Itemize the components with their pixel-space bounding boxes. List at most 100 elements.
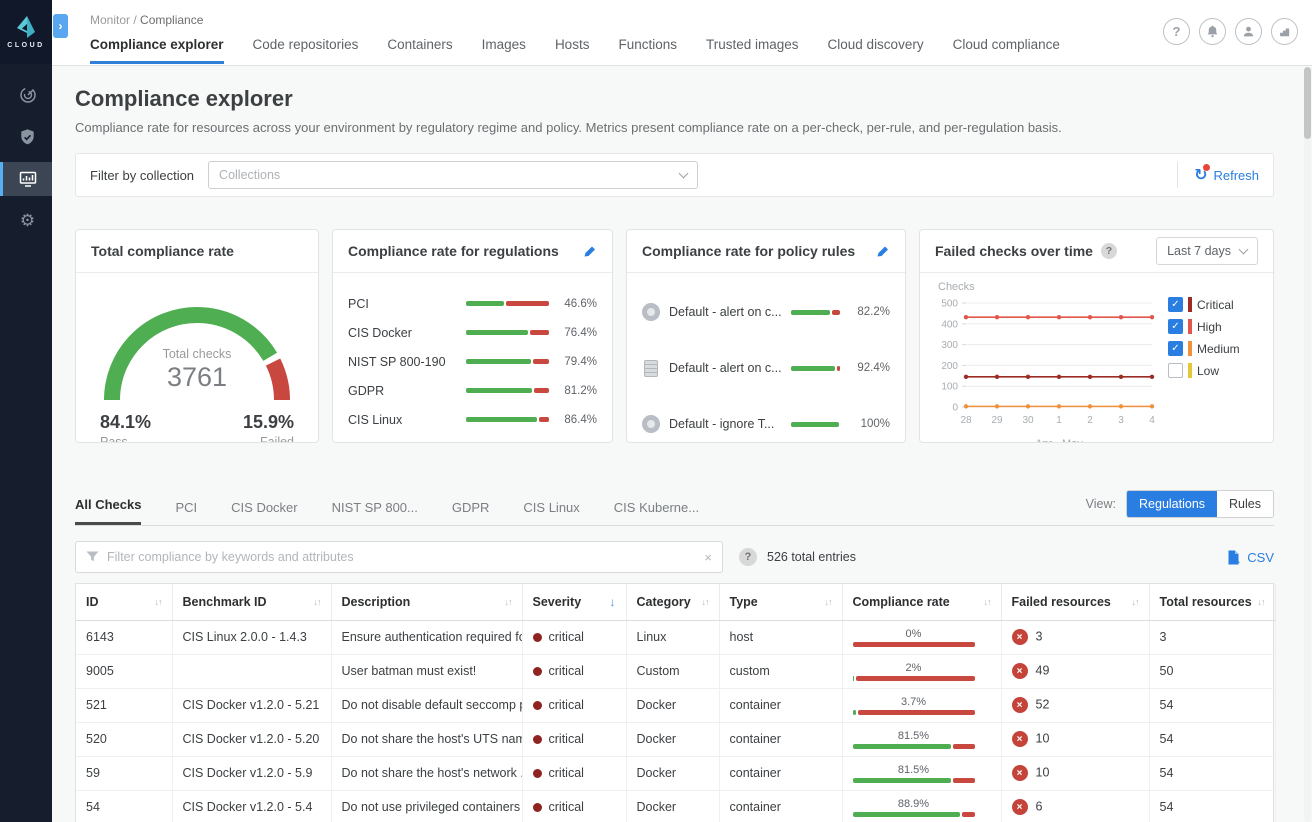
compliance-filter-input[interactable] [107, 550, 696, 564]
card-policy-rules: Compliance rate for policy rules Default… [626, 229, 906, 443]
collections-select[interactable]: Collections [208, 161, 698, 189]
checks-tab-pci[interactable]: PCI [175, 500, 197, 525]
table-row[interactable]: 54CIS Docker v1.2.0 - 5.4Do not use priv… [76, 790, 1275, 822]
table-row[interactable]: 520CIS Docker v1.2.0 - 5.20Do not share … [76, 722, 1275, 756]
cell-id: 54 [76, 790, 172, 822]
user-icon[interactable] [1235, 18, 1262, 45]
tab-trusted-images[interactable]: Trusted images [706, 37, 799, 64]
compliance-bar [791, 310, 840, 315]
cell-description: Ensure authentication required fo... [331, 620, 522, 654]
tab-images[interactable]: Images [482, 37, 526, 64]
legend-item[interactable]: ✓ High [1168, 319, 1240, 334]
column-header-type[interactable]: Type↓↑ [719, 584, 842, 620]
policy-rule-row[interactable]: Default - ignore T... 100% [642, 409, 890, 439]
column-header-failed-resources[interactable]: Failed resources↓↑ [1001, 584, 1149, 620]
checks-tab-cis-linux[interactable]: CIS Linux [523, 500, 579, 525]
policy-rule-row[interactable]: Default - alert on c... 82.2% [642, 297, 890, 327]
total-checks-value: 3761 [97, 362, 297, 393]
failed-badge-icon: × [1012, 697, 1028, 713]
column-header-compliance-rate[interactable]: Compliance rate↓↑ [842, 584, 1001, 620]
scrollbar-thumb[interactable] [1304, 67, 1311, 139]
container-icon [642, 303, 660, 321]
sidebar-expand-button[interactable]: › [53, 14, 68, 38]
tab-compliance-explorer[interactable]: Compliance explorer [90, 37, 224, 64]
checks-tab-gdpr[interactable]: GDPR [452, 500, 490, 525]
checks-tab-nist[interactable]: NIST SP 800... [332, 500, 418, 525]
help-icon[interactable]: ? [1101, 243, 1117, 259]
column-header-id[interactable]: ID↓↑ [76, 584, 172, 620]
legend-checkbox[interactable]: ✓ [1168, 319, 1183, 334]
column-header-description[interactable]: Description↓↑ [331, 584, 522, 620]
cell-compliance-rate: 0% [842, 620, 1001, 654]
column-header-severity[interactable]: Severity↓ [522, 584, 626, 620]
tab-containers[interactable]: Containers [387, 37, 452, 64]
column-header-category[interactable]: Category↓↑ [626, 584, 719, 620]
cell-id: 59 [76, 756, 172, 790]
legend-item[interactable]: ✓ Medium [1168, 341, 1240, 356]
column-header-benchmark-id[interactable]: Benchmark ID↓↑ [172, 584, 331, 620]
regulation-row[interactable]: CIS Kubernetes 98.1% [348, 434, 597, 443]
regulation-pct: 76.4% [557, 327, 597, 339]
policy-rule-row[interactable]: Default - alert on c... 92.4% [642, 353, 890, 383]
sidebar-item-monitor[interactable] [0, 162, 52, 196]
clear-filter-icon[interactable]: × [704, 550, 712, 565]
tab-code-repositories[interactable]: Code repositories [253, 37, 359, 64]
chevron-down-icon [679, 168, 689, 178]
help-icon[interactable]: ? [1163, 18, 1190, 45]
view-rules-button[interactable]: Rules [1217, 491, 1273, 517]
view-toggle: Regulations Rules [1126, 490, 1274, 518]
legend-item[interactable]: ✓ Critical [1168, 297, 1240, 312]
edit-policy-rules-button[interactable] [876, 244, 890, 258]
svg-text:100: 100 [941, 382, 958, 393]
table-row[interactable]: 9005User batman must exist!criticalCusto… [76, 654, 1275, 688]
csv-export-button[interactable]: CSV [1226, 550, 1274, 565]
regulation-row[interactable]: NIST SP 800-190 79.4% [348, 347, 597, 376]
tab-cloud-compliance[interactable]: Cloud compliance [953, 37, 1060, 64]
regulation-label: CIS Docker [348, 326, 466, 340]
shield-check-icon [18, 128, 37, 147]
breadcrumb-separator: / [130, 13, 140, 27]
checks-tab-all[interactable]: All Checks [75, 497, 141, 525]
cell-severity: critical [522, 722, 626, 756]
app-logo: CLOUD [0, 0, 52, 64]
time-range-select[interactable]: Last 7 days [1156, 237, 1258, 265]
refresh-button[interactable]: ↻ Refresh [1194, 167, 1259, 183]
checks-tab-cis-docker[interactable]: CIS Docker [231, 500, 297, 525]
tab-hosts[interactable]: Hosts [555, 37, 590, 64]
cell-category: Custom [626, 654, 719, 688]
svg-text:500: 500 [941, 299, 958, 310]
stats-icon[interactable] [1271, 18, 1298, 45]
logo-text: CLOUD [7, 42, 44, 49]
notifications-icon[interactable] [1199, 18, 1226, 45]
tab-cloud-discovery[interactable]: Cloud discovery [828, 37, 924, 64]
cell-severity: critical [522, 620, 626, 654]
table-row[interactable]: 6143CIS Linux 2.0.0 - 1.4.3Ensure authen… [76, 620, 1275, 654]
compliance-bar [791, 422, 840, 427]
column-header-total-resources[interactable]: Total resources↓↑ [1149, 584, 1275, 620]
legend-checkbox[interactable]: ✓ [1168, 297, 1183, 312]
regulation-row[interactable]: GDPR 81.2% [348, 376, 597, 405]
legend-checkbox[interactable] [1168, 363, 1183, 378]
cell-type: container [719, 722, 842, 756]
pass-label: Pass [100, 435, 151, 443]
checks-tab-cis-kubernetes[interactable]: CIS Kuberne... [614, 500, 699, 525]
sort-desc-icon: ↓ [610, 595, 616, 609]
regulation-row[interactable]: PCI 46.6% [348, 289, 597, 318]
table-row[interactable]: 59CIS Docker v1.2.0 - 5.9Do not share th… [76, 756, 1275, 790]
edit-regulations-button[interactable] [583, 244, 597, 258]
table-row[interactable]: 521CIS Docker v1.2.0 - 5.21Do not disabl… [76, 688, 1275, 722]
regulation-row[interactable]: CIS Linux 86.4% [348, 405, 597, 434]
sidebar-item-radar[interactable] [0, 78, 52, 112]
cell-type: custom [719, 654, 842, 688]
cell-id: 9005 [76, 654, 172, 688]
view-regulations-button[interactable]: Regulations [1127, 491, 1217, 517]
regulation-row[interactable]: CIS Docker 76.4% [348, 318, 597, 347]
filter-help-icon[interactable]: ? [739, 548, 757, 566]
legend-item[interactable]: Low [1168, 363, 1240, 378]
fail-label: Failed [243, 435, 294, 443]
sidebar-item-defend[interactable] [0, 120, 52, 154]
legend-checkbox[interactable]: ✓ [1168, 341, 1183, 356]
scrollbar[interactable] [1304, 67, 1311, 822]
tab-functions[interactable]: Functions [618, 37, 677, 64]
sidebar-item-manage[interactable]: ⚙ [0, 204, 52, 238]
